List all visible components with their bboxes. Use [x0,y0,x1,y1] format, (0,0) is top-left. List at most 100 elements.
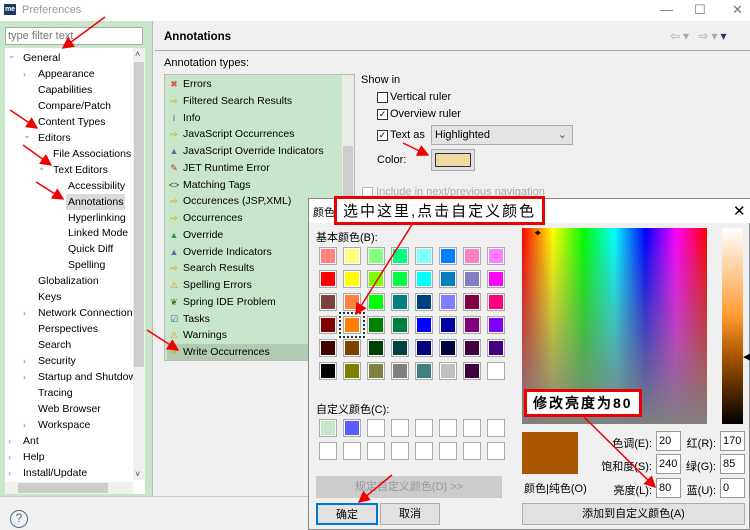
tree-item[interactable]: Globalization [36,273,101,289]
basic-color-swatch[interactable] [391,270,409,288]
back-icon[interactable]: ⇦▾ [670,29,692,43]
tree-item[interactable]: Hyperlinking [66,210,128,226]
custom-color-swatch[interactable] [415,419,433,437]
basic-color-swatch[interactable] [463,362,481,380]
custom-color-swatch[interactable] [367,419,385,437]
annotation-type-item[interactable]: ⇨ JavaScript Occurrences [167,126,345,142]
tree-item[interactable]: Keys [36,289,63,305]
luminance-bar[interactable] [722,228,743,424]
basic-color-swatch[interactable] [487,339,505,357]
tree-item[interactable]: › Security [23,353,78,369]
define-custom-colors-button[interactable]: 规定自定义颜色(D) >> [316,476,502,498]
chevron-right-icon[interactable]: › [23,353,26,369]
tree-item[interactable]: ⌄ Text Editors [38,162,110,178]
basic-color-swatch[interactable] [487,316,505,334]
basic-color-swatch[interactable] [319,339,337,357]
chevron-right-icon[interactable]: › [8,449,11,465]
luminance-slider-icon[interactable]: ◀ [743,350,750,363]
basic-color-swatch[interactable] [367,362,385,380]
chevron-down-icon[interactable]: ⌄ [38,159,46,175]
basic-color-swatch[interactable] [367,247,385,265]
cancel-button[interactable]: 取消 [380,503,440,525]
tree-item[interactable]: › Startup and Shutdown [23,369,144,385]
custom-color-swatch[interactable] [343,419,361,437]
tree-item[interactable]: Spelling [66,257,107,273]
basic-color-swatch[interactable] [367,293,385,311]
dialog-close-icon[interactable]: ✕ [733,202,746,220]
basic-color-swatch[interactable] [439,316,457,334]
basic-color-swatch[interactable] [439,293,457,311]
chevron-down-icon[interactable]: ⌄ [23,127,31,143]
basic-color-swatch[interactable] [415,247,433,265]
tree-item[interactable]: › Appearance [23,66,97,82]
basic-color-swatch[interactable] [339,312,365,338]
tree-item[interactable]: File Associations [51,146,133,162]
scroll-down-icon[interactable]: ˅ [135,469,140,479]
basic-color-swatch[interactable] [439,362,457,380]
basic-color-swatch[interactable] [439,247,457,265]
annotation-type-item[interactable]: ✎ JET Runtime Error [167,160,345,176]
minimize-icon[interactable]: — [660,2,673,17]
forward-icon[interactable]: ⇨▾ [698,29,720,43]
basic-color-swatch[interactable] [391,247,409,265]
basic-color-swatch[interactable] [487,362,505,380]
chevron-right-icon[interactable]: › [8,433,11,449]
basic-color-swatch[interactable] [343,339,361,357]
basic-color-swatch[interactable] [439,339,457,357]
tree-item[interactable]: Compare/Patch [36,98,113,114]
annotation-type-item[interactable]: ✖ Errors [167,76,345,92]
blue-input[interactable]: 0 [720,478,745,498]
basic-color-swatch[interactable] [391,316,409,334]
basic-color-swatch[interactable] [391,362,409,380]
custom-color-swatch[interactable] [319,419,337,437]
custom-color-swatch[interactable] [487,419,505,437]
basic-color-swatch[interactable] [463,339,481,357]
tree-item[interactable]: Content Types [36,114,108,130]
basic-color-swatch[interactable] [367,316,385,334]
tree-item[interactable]: › Workspace [23,417,92,433]
basic-color-swatch[interactable] [415,362,433,380]
custom-color-swatch[interactable] [439,419,457,437]
basic-color-swatch[interactable] [319,247,337,265]
basic-color-swatch[interactable] [415,270,433,288]
tree-item[interactable]: › Help [8,449,47,465]
tree-item[interactable]: › Ant [8,433,41,449]
tree-item[interactable]: › Install/Update [8,465,89,481]
ok-button[interactable]: 确定 [316,503,378,525]
tree-item[interactable]: Linked Mode [66,225,130,241]
vertical-ruler-checkbox[interactable] [377,92,388,103]
basic-color-swatch[interactable] [391,339,409,357]
scroll-up-icon[interactable]: ˄ [135,49,140,59]
chevron-right-icon[interactable]: › [23,305,26,321]
overview-ruler-checkbox[interactable]: ✓ [377,109,388,120]
menu-icon[interactable]: ▾ [721,29,730,43]
basic-color-swatch[interactable] [319,362,337,380]
tree-item[interactable]: › Network Connections [23,305,140,321]
basic-color-swatch[interactable] [487,247,505,265]
chevron-right-icon[interactable]: › [23,66,26,82]
basic-color-swatch[interactable] [463,270,481,288]
close-icon[interactable]: ✕ [732,2,743,18]
chevron-down-icon[interactable]: ⌄ [8,48,16,63]
custom-color-swatch[interactable] [487,442,505,460]
basic-color-swatch[interactable] [343,362,361,380]
solid-color-label[interactable]: 颜色|纯色(O) [524,480,587,496]
basic-color-swatch[interactable] [487,293,505,311]
custom-color-swatch[interactable] [343,442,361,460]
custom-color-swatch[interactable] [439,442,457,460]
basic-color-swatch[interactable] [319,293,337,311]
basic-color-swatch[interactable] [319,316,337,334]
basic-color-swatch[interactable] [463,316,481,334]
tree-item[interactable]: Capabilities [36,82,94,98]
basic-color-swatch[interactable] [343,293,361,311]
custom-color-swatch[interactable] [415,442,433,460]
custom-color-swatch[interactable] [463,419,481,437]
pane-divider[interactable] [152,21,153,496]
filter-input[interactable] [5,27,143,45]
custom-color-swatch[interactable] [391,419,409,437]
annotation-type-item[interactable]: ▲ JavaScript Override Indicators [167,143,345,159]
tree-scroll-thumb[interactable] [134,62,144,367]
chevron-right-icon[interactable]: › [23,417,26,433]
custom-color-swatch[interactable] [367,442,385,460]
tree-item[interactable]: Search [36,337,73,353]
